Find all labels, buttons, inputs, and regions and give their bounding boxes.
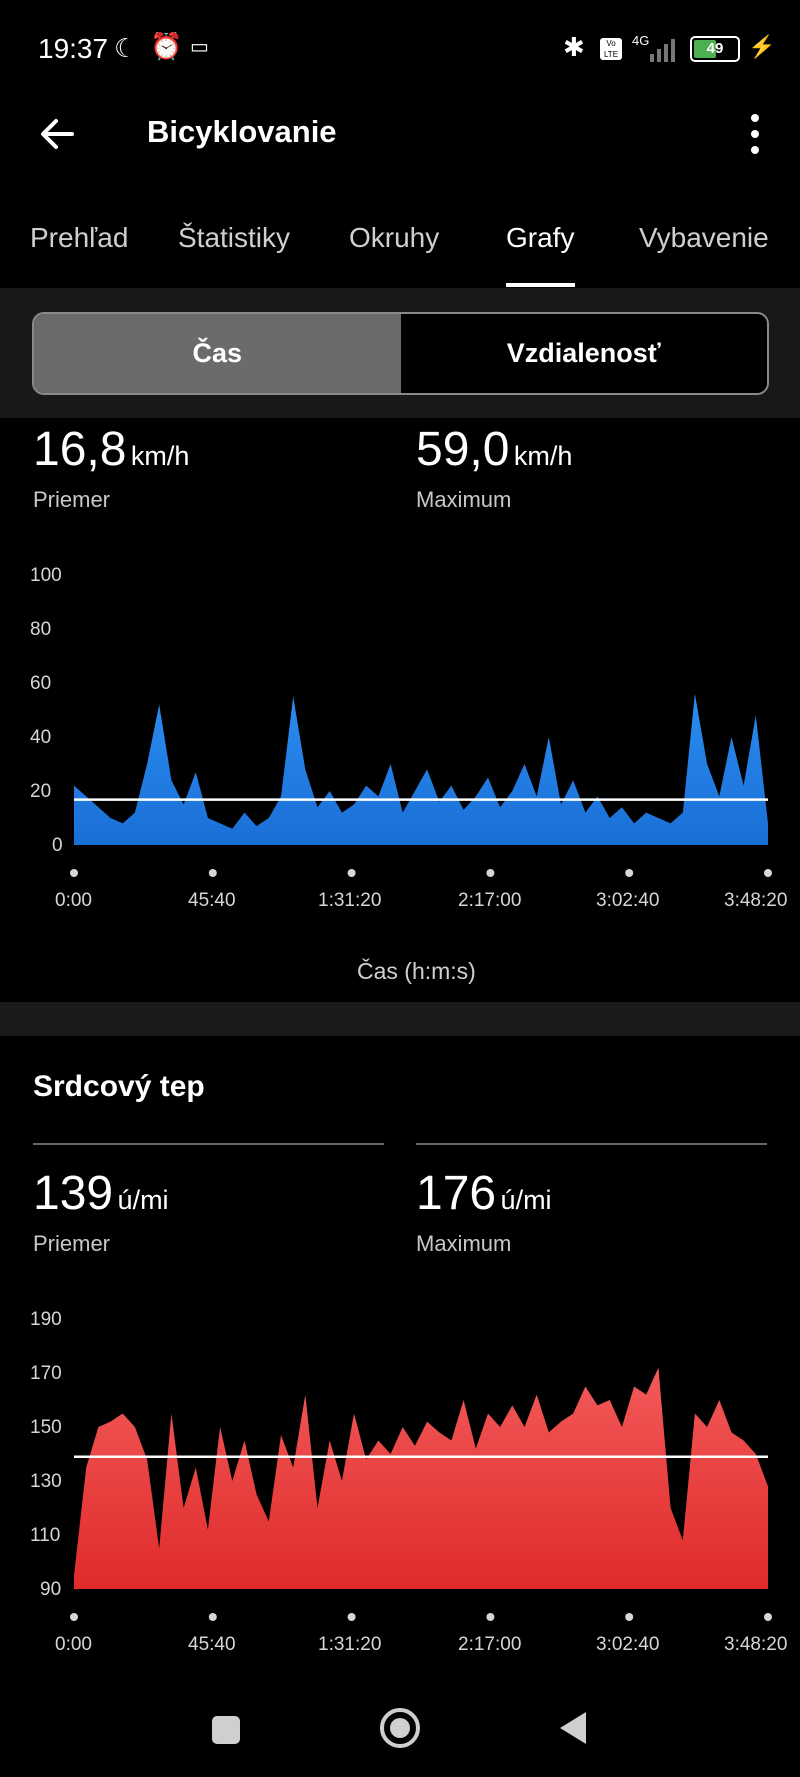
hr-area-series (74, 1367, 768, 1589)
hr-x-tick: 0:00 (55, 1634, 92, 1655)
x-tick-dot (347, 1613, 356, 1621)
hr-x-tick: 2:17:00 (458, 1634, 522, 1655)
hr-x-tick: 1:31:20 (318, 1634, 382, 1655)
hr-x-tick: 3:48:20 (724, 1634, 788, 1655)
x-tick-dot (486, 1613, 495, 1621)
x-tick-dot (208, 1613, 217, 1621)
x-tick-dot (70, 1613, 78, 1621)
system-navigation-bar (0, 1680, 800, 1777)
recent-apps-icon[interactable] (212, 1716, 240, 1744)
x-tick-dot (764, 1613, 772, 1621)
hr-x-tick: 3:02:40 (596, 1634, 660, 1655)
heart-rate-chart (70, 1367, 772, 1621)
hr-x-tick: 45:40 (188, 1634, 236, 1655)
back-nav-icon[interactable] (558, 1710, 588, 1746)
x-tick-dot (625, 1613, 634, 1621)
home-icon[interactable] (378, 1706, 422, 1750)
